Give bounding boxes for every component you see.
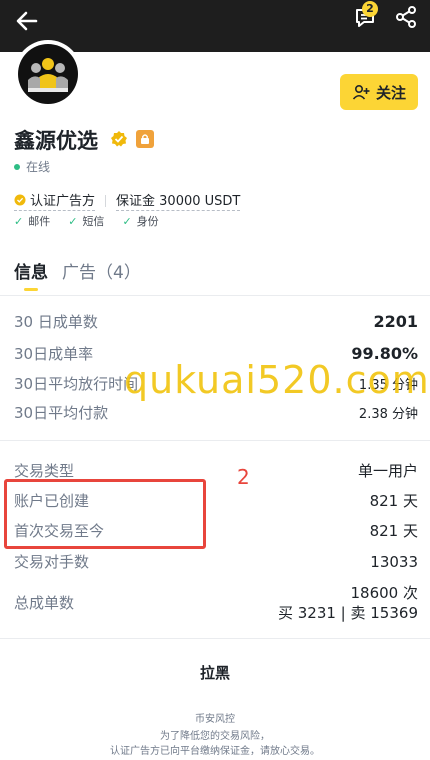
stat-label: 30 日成单数 — [14, 313, 98, 331]
team-logo-icon — [28, 58, 68, 92]
stat-label: 30日成单率 — [14, 345, 94, 363]
stat-value: 2.38 分钟 — [358, 407, 418, 422]
tab-info[interactable]: 信息 — [14, 258, 48, 291]
tab-bar: 信息 广告（4） — [14, 258, 141, 291]
certified-label: 认证广告方 — [30, 194, 96, 209]
share-icon — [396, 6, 416, 28]
back-button[interactable] — [12, 6, 42, 36]
follow-button[interactable]: 关注 — [340, 74, 418, 110]
risk-title: 币安风控 — [195, 714, 235, 725]
block-button[interactable]: 拉黑 — [0, 662, 430, 683]
add-user-icon — [352, 84, 370, 100]
detail-value: 821 天 — [369, 492, 418, 510]
detail-label: 交易对手数 — [14, 553, 90, 571]
footer-divider — [0, 638, 430, 639]
detail-row-trade-type: 交易类型 单一用户 — [14, 460, 418, 481]
tab-info-label: 信息 — [14, 263, 48, 283]
divider — [105, 194, 107, 207]
annotation-number: 2 — [237, 465, 250, 489]
tab-ads[interactable]: 广告（4） — [62, 258, 141, 283]
check-icon: ✓ — [14, 214, 24, 228]
watermark: qukuai520.com — [124, 358, 430, 402]
follow-label: 关注 — [375, 83, 406, 102]
detail-value: 单一用户 — [357, 462, 418, 480]
verify-email: ✓ 邮件 — [14, 213, 50, 229]
online-dot — [14, 163, 20, 170]
online-status: 在线 — [14, 158, 50, 175]
stat-row: 30日平均付款 2.38 分钟 — [14, 402, 418, 423]
advertiser-name: 鑫源优选 — [14, 129, 98, 153]
back-arrow-icon — [16, 11, 38, 31]
avatar — [14, 40, 82, 108]
deposit-label: 保证金 30000 USDT — [116, 194, 241, 209]
verified-badge-icon — [110, 130, 128, 148]
annotation-highlight-box — [4, 479, 206, 549]
section-divider — [0, 440, 430, 441]
verify-identity-label: 身份 — [136, 215, 159, 228]
tab-ads-label: 广告（4） — [62, 263, 141, 283]
tab-divider — [0, 295, 430, 296]
status-text: 在线 — [26, 160, 51, 174]
detail-row-counterparties: 交易对手数 13033 — [14, 551, 418, 572]
risk-text-line1: 为了降低您的交易风险， — [160, 731, 270, 742]
verify-identity: ✓ 身份 — [122, 213, 158, 229]
stat-label: 30日平均付款 — [14, 404, 109, 422]
message-count-badge: 2 — [362, 1, 378, 17]
certified-icon — [14, 194, 26, 205]
check-icon: ✓ — [68, 214, 78, 228]
stat-label: 30日平均放行时间 — [14, 375, 139, 393]
detail-label: 总成单数 — [14, 594, 75, 612]
certified-advertiser[interactable]: 认证广告方 — [14, 190, 96, 211]
risk-text-line2: 认证广告方已向平台缴纳保证金，请放心交易。 — [110, 746, 320, 757]
verify-email-label: 邮件 — [28, 215, 51, 228]
detail-label: 交易类型 — [14, 462, 75, 480]
deposit-info[interactable]: 保证金 30000 USDT — [116, 190, 241, 211]
stat-row: 30 日成单数 2201 — [14, 311, 418, 332]
verify-sms: ✓ 短信 — [68, 213, 104, 229]
verify-sms-label: 短信 — [82, 215, 105, 228]
check-icon: ✓ — [122, 214, 132, 228]
verification-list: ✓ 邮件 ✓ 短信 ✓ 身份 — [14, 213, 159, 229]
total-orders-count: 18600 次 — [350, 584, 419, 602]
detail-value: 13033 — [370, 552, 418, 571]
detail-value: 821 天 — [369, 522, 418, 540]
buy-sell-breakdown: 买 3231 | 卖 15369 — [277, 604, 418, 622]
stat-value: 2201 — [373, 312, 418, 331]
lock-badge-icon — [136, 130, 154, 148]
tab-active-indicator — [24, 288, 38, 291]
share-button[interactable] — [393, 4, 419, 30]
certification-row: 认证广告方 保证金 30000 USDT — [14, 190, 241, 211]
